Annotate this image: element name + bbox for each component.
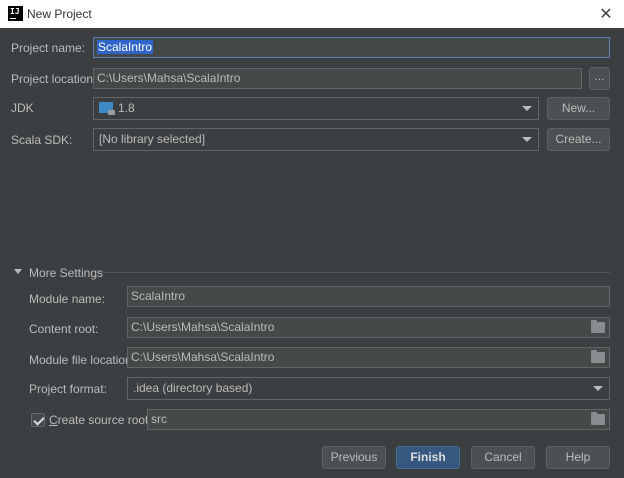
folder-icon[interactable]	[591, 320, 605, 333]
project-name-label: Project name:	[11, 41, 86, 55]
project-format-value: .idea (directory based)	[133, 381, 253, 395]
source-root-input[interactable]: src	[147, 409, 610, 430]
previous-button[interactable]: Previous	[322, 446, 386, 469]
project-name-value: ScalaIntro	[97, 40, 154, 54]
source-root-value: src	[151, 412, 167, 426]
jdk-value: 1.8	[118, 101, 135, 115]
close-icon[interactable]: ✕	[596, 4, 616, 24]
project-location-input[interactable]: C:\Users\Mahsa\ScalaIntro	[93, 68, 582, 89]
jdk-select[interactable]: 1.8	[93, 97, 539, 120]
folder-icon[interactable]	[591, 412, 605, 425]
create-sdk-button[interactable]: Create...	[547, 128, 610, 151]
scala-sdk-select[interactable]: [No library selected]	[93, 128, 539, 151]
help-button[interactable]: Help	[546, 446, 610, 469]
title-bar: IJ New Project ✕	[0, 0, 624, 28]
module-name-value: ScalaIntro	[131, 289, 186, 303]
chevron-down-icon	[593, 386, 603, 391]
content-root-label: Content root:	[29, 322, 99, 336]
project-location-value: C:\Users\Mahsa\ScalaIntro	[97, 71, 241, 85]
cancel-button[interactable]: Cancel	[471, 446, 535, 469]
create-source-root-mnemonic: C	[49, 413, 58, 427]
chevron-down-icon	[522, 137, 532, 142]
project-name-input[interactable]: ScalaIntro	[93, 37, 610, 58]
new-jdk-button[interactable]: New...	[547, 97, 610, 120]
collapse-triangle-icon[interactable]	[14, 269, 22, 274]
browse-location-button[interactable]: ...	[589, 67, 610, 90]
create-source-root-label-text: reate source root:	[57, 413, 152, 427]
folder-icon[interactable]	[591, 350, 605, 363]
project-location-label: Project location:	[11, 72, 97, 86]
scala-sdk-label: Scala SDK:	[11, 133, 73, 147]
jdk-label: JDK	[11, 101, 34, 115]
module-name-input[interactable]: ScalaIntro	[127, 286, 610, 307]
intellij-app-icon: IJ	[8, 6, 23, 21]
create-source-root-label[interactable]: Create source root:	[49, 413, 152, 427]
more-settings-toggle[interactable]: More Settings	[29, 266, 103, 280]
project-format-label: Project format:	[29, 382, 108, 396]
content-root-input[interactable]: C:\Users\Mahsa\ScalaIntro	[127, 317, 610, 338]
module-file-location-label: Module file location:	[29, 353, 136, 367]
finish-button[interactable]: Finish	[396, 446, 460, 469]
project-format-select[interactable]: .idea (directory based)	[127, 377, 610, 400]
create-source-root-checkbox[interactable]	[31, 413, 45, 427]
window-title: New Project	[27, 7, 92, 21]
module-name-label: Module name:	[29, 292, 106, 306]
scala-sdk-value: [No library selected]	[99, 132, 206, 146]
module-file-location-value: C:\Users\Mahsa\ScalaIntro	[131, 350, 275, 364]
content-root-value: C:\Users\Mahsa\ScalaIntro	[131, 320, 275, 334]
module-file-location-input[interactable]: C:\Users\Mahsa\ScalaIntro	[127, 347, 610, 368]
jdk-folder-icon	[99, 102, 115, 115]
more-settings-divider	[100, 272, 610, 273]
chevron-down-icon	[522, 106, 532, 111]
